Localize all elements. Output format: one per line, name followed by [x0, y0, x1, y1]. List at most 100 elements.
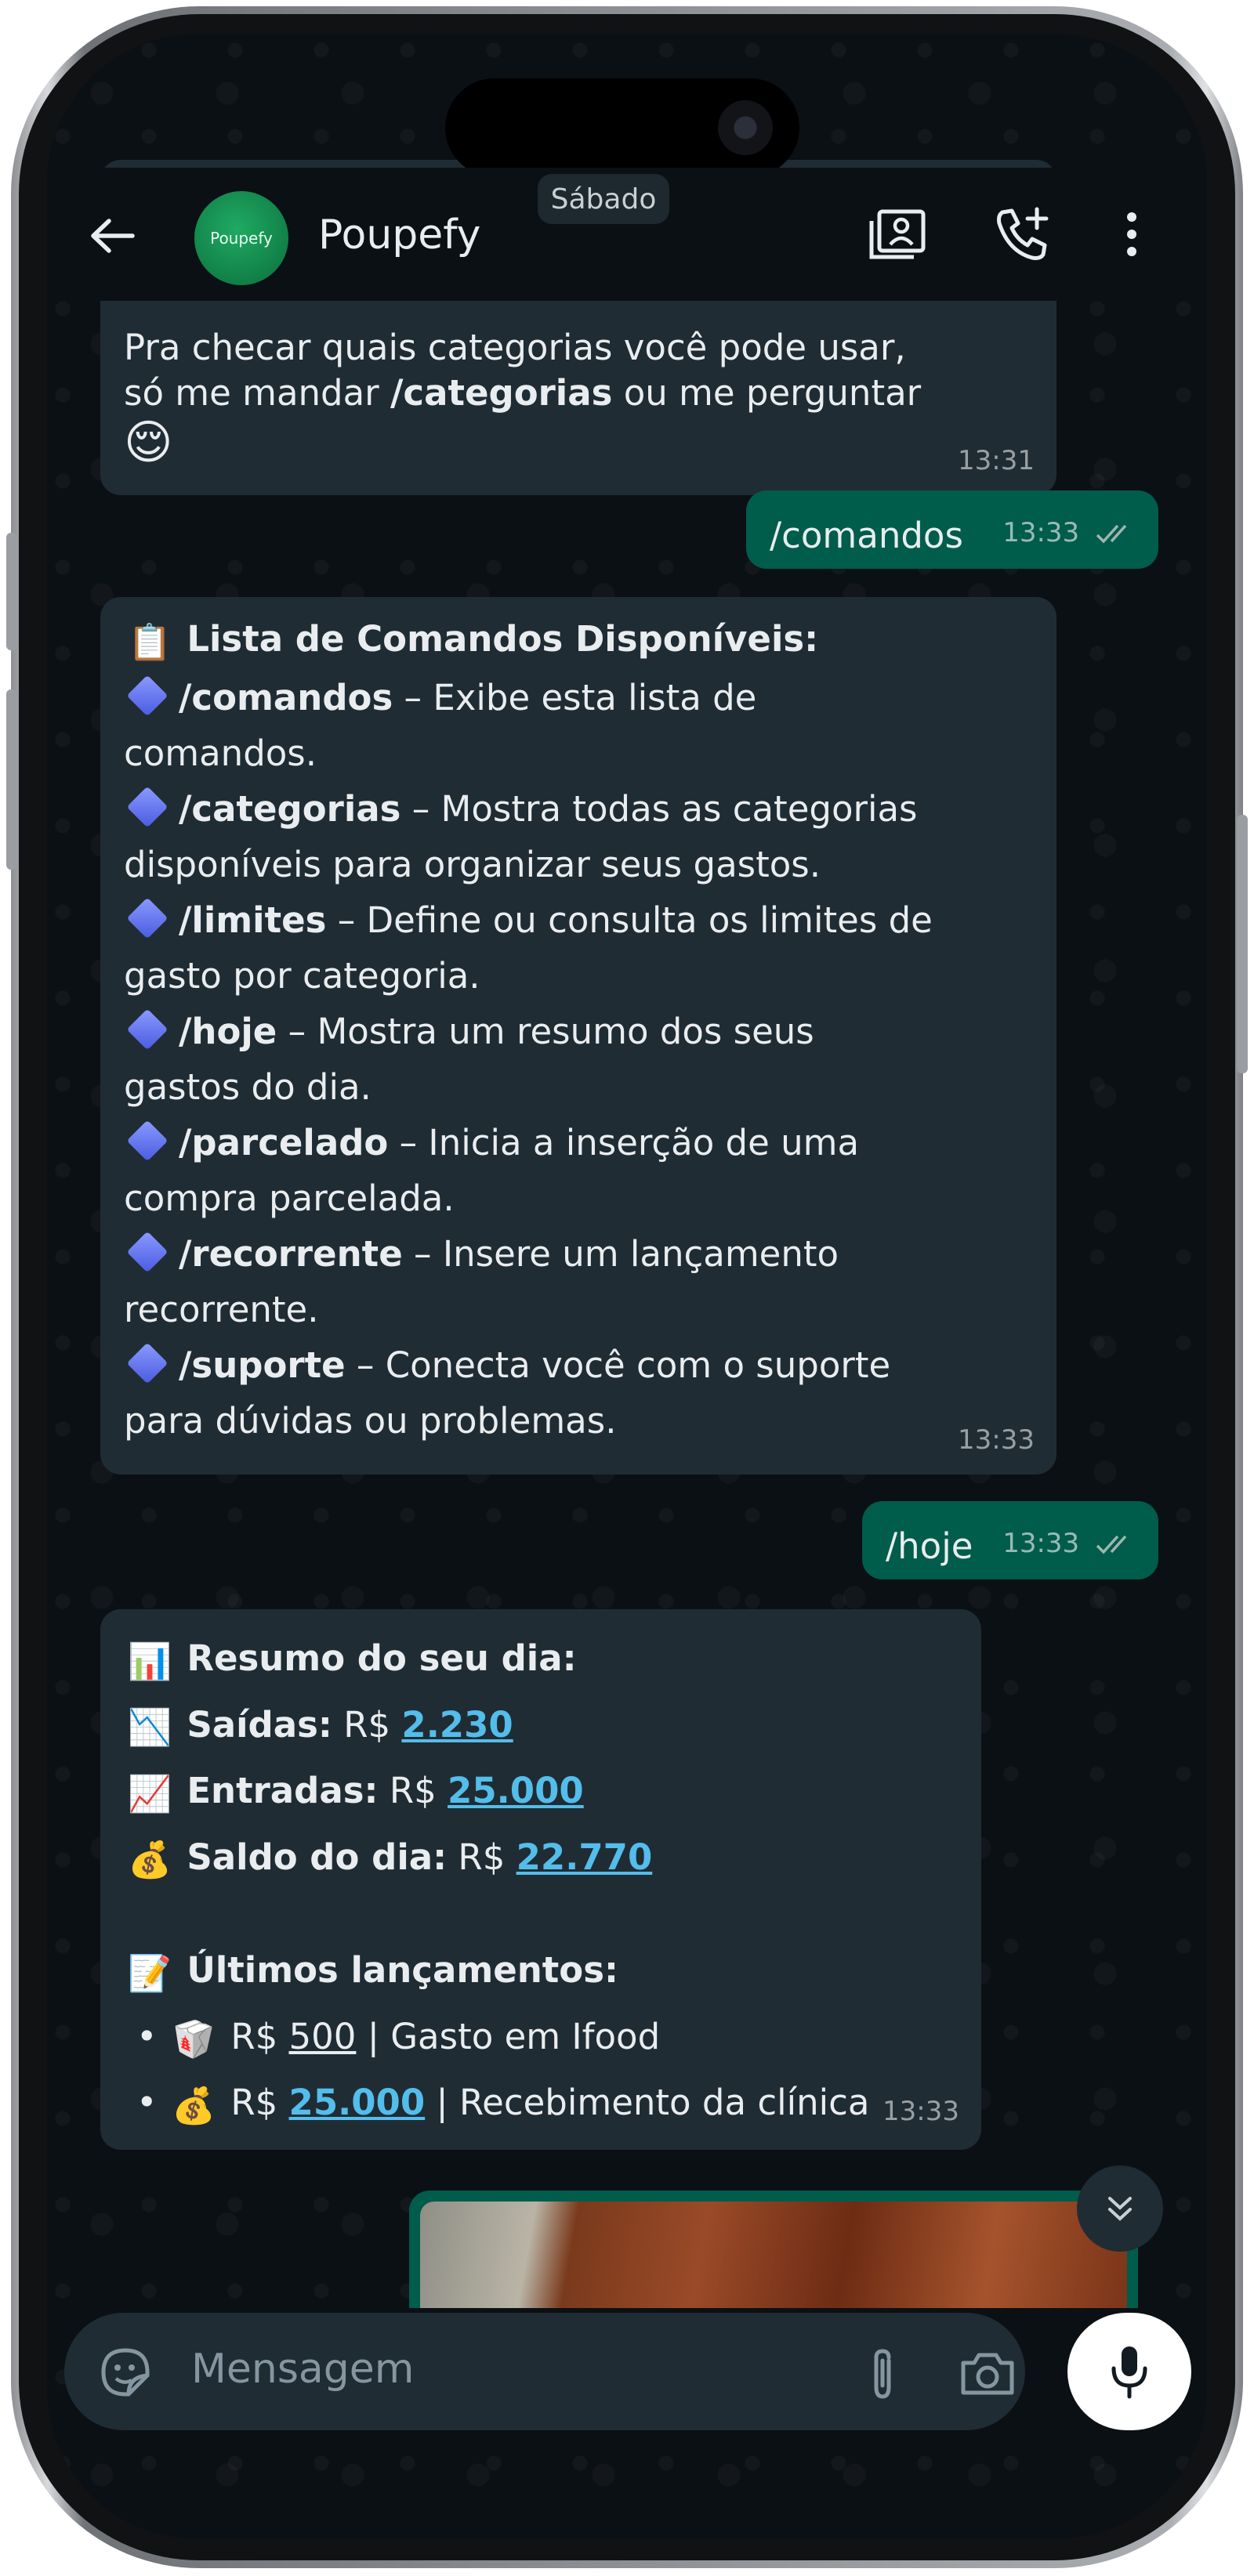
- message-text: só me mandar: [124, 372, 390, 414]
- command-name[interactable]: /categorias: [179, 788, 400, 830]
- entradas-value-link[interactable]: 25.000: [448, 1770, 584, 1811]
- dynamic-island: [445, 78, 799, 177]
- camera-button[interactable]: [956, 2343, 1019, 2405]
- money-bag-icon: 💰: [171, 2084, 216, 2126]
- double-check-icon: [1096, 1535, 1127, 1554]
- incoming-message[interactable]: 📊 Resumo do seu dia: 📉 Saídas: R$ 2.230 …: [100, 1609, 981, 2150]
- command-desc: – Mostra todas as categorias: [400, 787, 918, 830]
- date-pill: Sábado: [538, 174, 669, 224]
- message-time: 13:33: [1002, 505, 1140, 561]
- mic-icon: [1111, 2346, 1147, 2399]
- command-name[interactable]: /suporte: [179, 1344, 346, 1386]
- message-text: Pra checar quais categorias você pode us…: [124, 327, 906, 368]
- chart-up-icon: 📈: [127, 1772, 172, 1814]
- item-value[interactable]: 500: [289, 2016, 357, 2057]
- contact-name[interactable]: Poupefy: [318, 212, 480, 259]
- chat-area[interactable]: Pra checar quais categorias você pode us…: [47, 34, 1207, 2538]
- message-title-row: 📋 Lista de Comandos Disponíveis:: [124, 611, 1033, 670]
- saidas-row: 📉 Saídas: R$ 2.230: [124, 1693, 958, 1760]
- currency: R$: [458, 1836, 516, 1878]
- command-item: /comandos – Exibe esta lista de: [124, 670, 1033, 725]
- saldo-row: 💰 Saldo do dia: R$ 22.770: [124, 1825, 958, 1892]
- currency: R$: [230, 2015, 289, 2057]
- side-button-left: [6, 533, 17, 650]
- voice-record-button[interactable]: [1067, 2313, 1191, 2430]
- command-desc: – Conecta você com o suporte: [345, 1344, 891, 1386]
- camera-icon: [961, 2353, 1014, 2395]
- bullet: •: [136, 2082, 158, 2123]
- contact-avatar[interactable]: Poupefy: [194, 191, 288, 285]
- command-name[interactable]: /comandos: [179, 677, 393, 718]
- blue-diamond-icon: [126, 1231, 169, 1272]
- message-composer[interactable]: Mensagem: [64, 2313, 1025, 2430]
- screen: Pra checar quais categorias você pode us…: [47, 34, 1207, 2538]
- chart-down-icon: 📉: [127, 1706, 172, 1748]
- attach-button[interactable]: [851, 2343, 914, 2405]
- message-time: 13:33: [1002, 1516, 1140, 1572]
- blue-diamond-icon: [126, 1342, 169, 1384]
- command-desc-cont: comandos.: [124, 732, 317, 774]
- command-desc: – Exibe esta lista de: [393, 676, 757, 718]
- double-chevron-down-icon: [1108, 2197, 1132, 2221]
- message-text: /comandos: [770, 515, 963, 556]
- command-item: /parcelado – Inicia a inserção de uma: [124, 1115, 1033, 1170]
- saldo-value-link[interactable]: 22.770: [516, 1836, 653, 1878]
- image-preview[interactable]: [420, 2202, 1127, 2308]
- command-name[interactable]: /hoje: [179, 1011, 277, 1052]
- double-check-icon: [1096, 524, 1127, 544]
- smile-emoji-icon: 😌: [124, 415, 173, 470]
- command-desc: – Mostra um resumo dos seus: [277, 1010, 814, 1052]
- currency: R$: [230, 2082, 289, 2123]
- summary-title: Resumo do seu dia:: [187, 1637, 577, 1679]
- command-desc-cont: para dúvidas ou problemas.: [124, 1399, 617, 1442]
- blue-diamond-icon: [126, 786, 169, 827]
- ultimos-title: Últimos lançamentos:: [187, 1949, 618, 1991]
- message-title: Lista de Comandos Disponíveis:: [187, 618, 819, 660]
- command-item: /suporte – Conecta você com o suporte: [124, 1337, 1033, 1393]
- sticker-button[interactable]: [96, 2343, 155, 2402]
- command-desc-cont: disponíveis para organizar seus gastos.: [124, 843, 821, 885]
- bullet: •: [136, 2015, 158, 2057]
- message-text: ou me perguntar: [612, 372, 922, 414]
- item-value-link[interactable]: 25.000: [289, 2082, 426, 2123]
- time-text: 13:33: [1002, 517, 1080, 548]
- command-item: /categorias – Mostra todas as categorias: [124, 781, 1033, 837]
- more-options-button[interactable]: [1108, 199, 1155, 270]
- ultimos-title-row: 📝 Últimos lançamentos:: [124, 1938, 958, 2005]
- back-button[interactable]: [78, 202, 146, 270]
- time-text: 13:33: [1002, 1528, 1080, 1559]
- blue-diamond-icon: [126, 675, 169, 716]
- message-time: 13:33: [958, 1424, 1035, 1456]
- memo-icon: 📝: [127, 1952, 172, 1994]
- contact-card-button[interactable]: [862, 199, 933, 270]
- message-input[interactable]: Mensagem: [191, 2346, 414, 2393]
- side-button-left-2: [6, 689, 17, 870]
- command-name[interactable]: /recorrente: [179, 1233, 403, 1275]
- currency: R$: [343, 1703, 402, 1746]
- bar-chart-icon: 📊: [127, 1640, 172, 1682]
- message-time: 13:31: [958, 445, 1035, 476]
- blue-diamond-icon: [126, 897, 169, 939]
- outgoing-message[interactable]: /hoje 13:33: [862, 1501, 1158, 1579]
- entradas-label: Entradas:: [187, 1770, 379, 1811]
- list-item: • 💰 R$ 25.000 | Recebimento da clínica: [124, 2071, 958, 2137]
- command-desc-cont: recorrente.: [124, 1288, 319, 1330]
- saidas-label: Saídas:: [187, 1703, 332, 1746]
- command-name[interactable]: /parcelado: [179, 1122, 388, 1163]
- command-name[interactable]: /limites: [179, 899, 326, 941]
- scroll-to-bottom-button[interactable]: [1077, 2165, 1163, 2252]
- incoming-message[interactable]: 📋 Lista de Comandos Disponíveis: /comand…: [100, 597, 1056, 1474]
- saldo-label: Saldo do dia:: [187, 1836, 448, 1878]
- command-item: /limites – Define ou consulta os limites…: [124, 892, 1033, 948]
- saidas-value-link[interactable]: 2.230: [401, 1704, 513, 1746]
- add-call-button[interactable]: [988, 199, 1058, 270]
- back-arrow-icon: [91, 219, 135, 253]
- contact-card-icon: [869, 209, 926, 259]
- command-desc-cont: gasto por categoria.: [124, 954, 480, 997]
- takeout-box-icon: 🥡: [171, 2018, 216, 2060]
- outgoing-image-message[interactable]: [409, 2191, 1138, 2308]
- outgoing-message[interactable]: /comandos 13:33: [746, 490, 1158, 569]
- currency: R$: [389, 1770, 448, 1811]
- command-item: /hoje – Mostra um resumo dos seus: [124, 1004, 1033, 1059]
